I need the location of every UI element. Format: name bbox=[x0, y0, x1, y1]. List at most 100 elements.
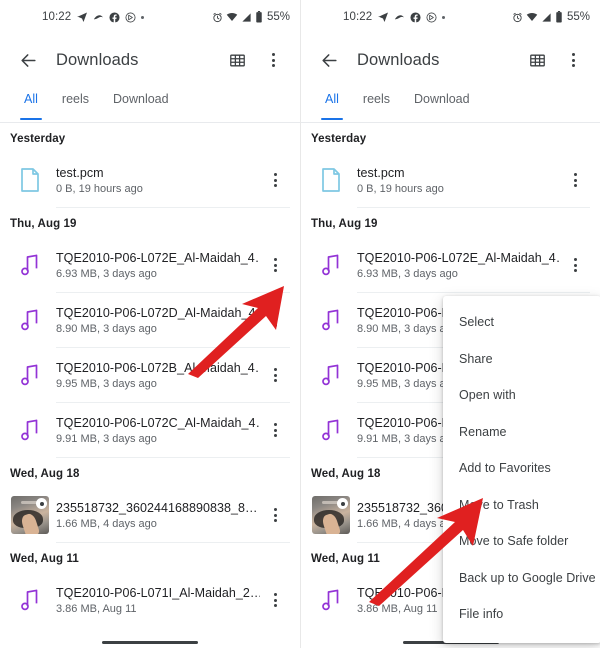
menu-item-file-info[interactable]: File info bbox=[443, 596, 600, 633]
row-overflow-icon[interactable] bbox=[260, 508, 290, 522]
grid-view-icon[interactable] bbox=[522, 45, 552, 75]
audio-icon bbox=[311, 419, 351, 441]
more-dot-icon bbox=[442, 15, 446, 19]
menu-item-move-to-safe-folder[interactable]: Move to Safe folder bbox=[443, 523, 600, 560]
file-details: 8.90 MB, 3 days ago bbox=[56, 322, 157, 335]
file-name: 235518732_360244168890838_8… bbox=[56, 500, 258, 515]
menu-item-open-with[interactable]: Open with bbox=[443, 377, 600, 414]
list-item[interactable]: 235518732_360244168890838_8… 1.66 MB, 4 … bbox=[0, 488, 300, 542]
tab-bar: All reels Download bbox=[301, 86, 600, 122]
list-item[interactable]: TQE2010-P06-L072B_Al-Maidah_4… 9.95 MB, … bbox=[0, 348, 300, 402]
tab-all[interactable]: All bbox=[12, 86, 50, 120]
file-name: TQE2010-P06-L072B_Al-Maidah_4… bbox=[56, 360, 260, 375]
file-details: 9.95 MB, 3 days ago bbox=[56, 377, 157, 390]
list-item[interactable]: TQE2010-P06-L072C_Al-Maidah_4… 9.91 MB, … bbox=[0, 403, 300, 457]
audio-icon bbox=[10, 364, 50, 386]
overflow-menu-icon[interactable] bbox=[258, 45, 288, 75]
file-details: 6.93 MB, 3 days ago bbox=[357, 267, 458, 280]
menu-item-share[interactable]: Share bbox=[443, 341, 600, 378]
status-bar-left: 10:22 bbox=[0, 11, 145, 23]
row-overflow-icon[interactable] bbox=[260, 423, 290, 437]
row-overflow-icon[interactable] bbox=[560, 258, 590, 272]
alarm-icon bbox=[212, 12, 223, 23]
back-arrow-icon[interactable] bbox=[313, 44, 345, 76]
phone-screen-right: 10:22 55% Downloads All reels Download Y… bbox=[300, 0, 600, 648]
overflow-menu-icon[interactable] bbox=[558, 45, 588, 75]
video-badge-icon bbox=[36, 498, 47, 509]
signal-icon bbox=[541, 12, 552, 23]
file-name: TQE2010-P06-L072D_Al-Maidah_4… bbox=[56, 305, 260, 320]
row-overflow-icon[interactable] bbox=[260, 593, 290, 607]
tab-download[interactable]: Download bbox=[402, 86, 482, 116]
list-item[interactable]: TQE2010-P06-L072E_Al-Maidah_4… 6.93 MB, … bbox=[0, 238, 300, 292]
facebook-icon bbox=[109, 11, 120, 23]
video-thumbnail bbox=[10, 496, 50, 534]
file-list: Yesterday test.pcm 0 B, 19 hours ago Thu… bbox=[0, 123, 300, 627]
list-item[interactable]: TQE2010-P06-L072D_Al-Maidah_4… 8.90 MB, … bbox=[0, 293, 300, 347]
tab-bar: All reels Download bbox=[0, 86, 300, 122]
back-arrow-icon[interactable] bbox=[12, 44, 44, 76]
list-item[interactable]: test.pcm 0 B, 19 hours ago bbox=[301, 153, 600, 207]
status-bar-right: 55% bbox=[212, 11, 290, 23]
list-item-meta: TQE2010-P06-L072C_Al-Maidah_4… 9.91 MB, … bbox=[50, 416, 260, 445]
status-bar: 10:22 55% bbox=[0, 0, 300, 34]
status-bar-right: 55% bbox=[512, 11, 590, 23]
row-overflow-icon[interactable] bbox=[260, 173, 290, 187]
battery-percent: 55% bbox=[266, 11, 290, 23]
file-name: test.pcm bbox=[56, 165, 104, 180]
audio-icon bbox=[10, 589, 50, 611]
list-item-meta: TQE2010-P06-L072B_Al-Maidah_4… 9.95 MB, … bbox=[50, 361, 260, 390]
tab-reels[interactable]: reels bbox=[351, 86, 402, 116]
file-name: TQE2010-P06-L072E_Al-Maidah_4… bbox=[56, 250, 260, 265]
menu-item-add-to-favorites[interactable]: Add to Favorites bbox=[443, 450, 600, 487]
wifi-icon bbox=[526, 11, 538, 23]
audio-icon bbox=[311, 364, 351, 386]
context-menu: Select Share Open with Rename Add to Fav… bbox=[443, 296, 600, 643]
audio-icon bbox=[10, 309, 50, 331]
status-bar: 10:22 55% bbox=[301, 0, 600, 34]
menu-item-select[interactable]: Select bbox=[443, 304, 600, 341]
dual-screenshot: 10:22 55% Downloads All reels Download Y… bbox=[0, 0, 600, 648]
list-item[interactable]: TQE2010-P06-L071I_Al-Maidah_2… 3.86 MB, … bbox=[0, 573, 300, 627]
status-time: 10:22 bbox=[343, 11, 373, 23]
row-overflow-icon[interactable] bbox=[260, 313, 290, 327]
battery-icon bbox=[255, 11, 263, 23]
alarm-icon bbox=[512, 12, 523, 23]
menu-item-back-up-to-google-drive[interactable]: Back up to Google Drive bbox=[443, 560, 600, 597]
list-item[interactable]: TQE2010-P06-L072E_Al-Maidah_4… 6.93 MB, … bbox=[301, 238, 600, 292]
battery-percent: 55% bbox=[566, 11, 590, 23]
document-icon bbox=[10, 168, 50, 192]
audio-icon bbox=[10, 254, 50, 276]
row-overflow-icon[interactable] bbox=[260, 258, 290, 272]
tab-download[interactable]: Download bbox=[101, 86, 181, 116]
page-title: Downloads bbox=[56, 50, 139, 69]
list-item-meta: TQE2010-P06-L072E_Al-Maidah_4… 6.93 MB, … bbox=[50, 251, 260, 280]
list-item[interactable]: test.pcm 0 B, 19 hours ago bbox=[0, 153, 300, 207]
date-header: Wed, Aug 18 bbox=[10, 468, 80, 480]
grid-view-icon[interactable] bbox=[222, 45, 252, 75]
row-overflow-icon[interactable] bbox=[560, 173, 590, 187]
date-header: Yesterday bbox=[311, 133, 367, 145]
audio-icon bbox=[10, 419, 50, 441]
file-name: TQE2010-P06-L071I_Al-Maidah_2… bbox=[56, 585, 260, 600]
menu-item-rename[interactable]: Rename bbox=[443, 414, 600, 451]
status-time: 10:22 bbox=[42, 11, 72, 23]
facebook-icon bbox=[410, 11, 421, 23]
file-details: 1.66 MB, 4 days ago bbox=[56, 517, 157, 530]
wifi-icon bbox=[226, 11, 238, 23]
list-item-meta: test.pcm 0 B, 19 hours ago bbox=[50, 166, 260, 195]
status-bar-left: 10:22 bbox=[301, 11, 446, 23]
telegram-icon bbox=[377, 11, 389, 23]
date-header: Yesterday bbox=[10, 133, 66, 145]
row-overflow-icon[interactable] bbox=[260, 368, 290, 382]
menu-item-move-to-trash[interactable]: Move to Trash bbox=[443, 487, 600, 524]
tab-all[interactable]: All bbox=[313, 86, 351, 120]
more-dot-icon bbox=[141, 15, 145, 19]
file-name: TQE2010-P06-L072E_Al-Maidah_4… bbox=[357, 250, 560, 265]
file-details: 6.93 MB, 3 days ago bbox=[56, 267, 157, 280]
app-bar: Downloads bbox=[301, 34, 600, 86]
audio-icon bbox=[311, 254, 351, 276]
tab-reels[interactable]: reels bbox=[50, 86, 101, 116]
battery-icon bbox=[555, 11, 563, 23]
unknown-app-icon bbox=[93, 12, 104, 23]
